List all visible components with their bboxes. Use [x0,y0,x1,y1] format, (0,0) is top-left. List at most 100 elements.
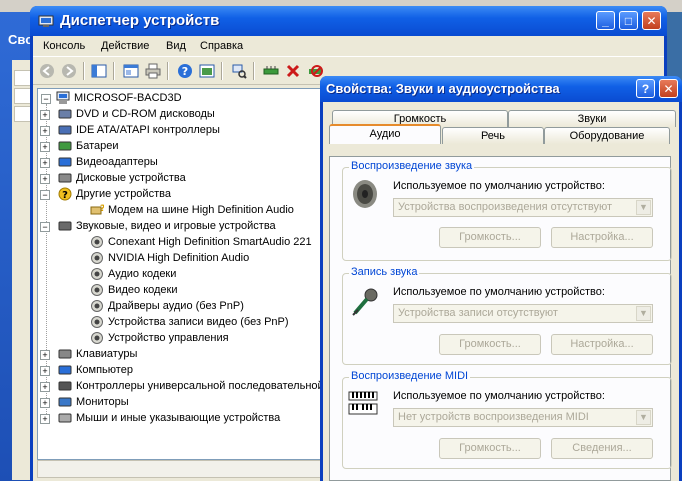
tree-node-label: Модем на шине High Definition Audio [108,204,294,216]
chevron-down-icon[interactable]: ▼ [636,200,651,215]
expand-toggle[interactable]: + [40,126,50,136]
computer-icon [56,91,70,104]
recording-device-select[interactable]: Устройства записи отсутствуют ▼ [393,304,653,323]
tree-node-label: Мыши и иные указывающие устройства [76,412,281,424]
expand-toggle[interactable]: + [40,366,50,376]
console-tree-icon[interactable] [91,63,107,79]
chevron-down-icon[interactable]: ▼ [636,410,651,425]
midi-default-label: Используемое по умолчанию устройство: [393,390,605,402]
tree-node-label: Компьютер [76,364,133,376]
chevron-down-icon[interactable]: ▼ [636,306,651,321]
tree-node-label: Видеоадаптеры [76,156,158,168]
device-icon [91,236,103,248]
expand-toggle[interactable]: + [40,110,50,120]
device-icon [91,316,103,328]
device-icon [91,284,103,296]
tree-node-label: Дисковые устройства [76,172,186,184]
playback-device-select[interactable]: Устройства воспроизведения отсутствуют ▼ [393,198,653,217]
menu-view[interactable]: Вид [166,40,186,52]
expand-toggle[interactable]: + [40,414,50,424]
device-tree[interactable]: − MICROSOF-BACD3D + DVD и CD-ROM дисковод… [37,88,329,460]
expand-toggle[interactable]: + [40,142,50,152]
help-button[interactable]: ? [636,79,655,98]
tab-audio[interactable]: Аудио [329,124,441,144]
midi-group: Воспроизведение MIDI Используемое по умо… [342,370,672,469]
recording-group: Запись звука Используемое по умолчанию у… [342,266,672,365]
toolbar-separator [253,62,255,80]
playback-group-title: Воспроизведение звука [349,160,475,172]
tree-node-label: Другие устройства [76,188,171,200]
expand-toggle[interactable]: + [40,398,50,408]
tree-node-label: Устройства записи видео (без PnP) [108,316,289,328]
toolbar-separator [221,62,223,80]
forward-icon[interactable] [61,63,77,79]
collapse-toggle[interactable]: − [40,222,50,232]
device-icon [91,268,103,280]
expand-toggle[interactable]: + [40,158,50,168]
device-icon [91,332,103,344]
recording-group-title: Запись звука [349,266,420,278]
tree-node-label: Мониторы [76,396,129,408]
device-category-icon [58,157,72,167]
device-category-icon [58,365,72,375]
playback-volume-button[interactable]: Громкость... [439,227,541,248]
uninstall-icon[interactable] [285,63,301,79]
playback-device-value: Устройства воспроизведения отсутствуют [398,201,613,213]
expand-toggle[interactable]: + [40,174,50,184]
device-category-icon [58,141,72,151]
minimize-button[interactable]: _ [596,11,615,30]
tab-sounds[interactable]: Звуки [508,110,676,127]
recording-device-value: Устройства записи отсутствуют [398,307,558,319]
midi-device-select[interactable]: Нет устройств воспроизведения MIDI ▼ [393,408,653,427]
tree-node-label: Контроллеры универсальной последовательн… [76,380,329,392]
midi-volume-button[interactable]: Громкость... [439,438,541,459]
toolbar-separator [167,62,169,80]
toolbar-separator [83,62,85,80]
show-hide-icon[interactable] [199,63,215,79]
midi-info-button[interactable]: Сведения... [551,438,653,459]
tree-node-label: Драйверы аудио (без PnP) [108,300,244,312]
back-icon[interactable] [39,63,55,79]
device-category-icon [58,349,72,359]
expand-toggle[interactable]: + [40,382,50,392]
dialog-titlebar[interactable]: Свойства: Звуки и аудиоустройства ? ✕ [320,76,682,102]
disable-icon[interactable] [307,63,323,79]
expand-toggle[interactable]: + [40,350,50,360]
recording-volume-button[interactable]: Громкость... [439,334,541,355]
close-button[interactable]: ✕ [642,11,661,30]
device-manager-titlebar[interactable]: Диспетчер устройств _ □ ✕ [30,6,667,36]
collapse-toggle[interactable]: − [41,94,51,104]
tree-node-label: Conexant High Definition SmartAudio 221 [108,236,312,248]
print-icon[interactable] [145,63,161,79]
menu-bar: Консоль Действие Вид Справка [33,36,664,57]
menu-console[interactable]: Консоль [43,40,85,52]
device-manager-title: Диспетчер устройств [60,12,220,29]
tab-speech[interactable]: Речь [442,127,544,144]
scan-hardware-icon[interactable] [231,63,247,79]
properties-icon[interactable] [123,63,139,79]
speaker-icon [353,180,377,208]
collapse-toggle[interactable]: − [40,190,50,200]
playback-settings-button[interactable]: Настройка... [551,227,653,248]
maximize-button[interactable]: □ [619,11,638,30]
svg-text:?: ? [62,190,68,201]
playback-default-label: Используемое по умолчанию устройство: [393,180,605,192]
tree-node-label: Батареи [76,140,119,152]
device-category-icon [58,173,72,183]
tab-hardware[interactable]: Оборудование [544,127,670,144]
tree-node-label: IDE ATA/ATAPI контроллеры [76,124,220,136]
toolbar-separator [113,62,115,80]
menu-action[interactable]: Действие [101,40,149,52]
midi-keyboard-icon [348,391,378,415]
menu-help[interactable]: Справка [200,40,243,52]
horizontal-scrollbar[interactable] [37,460,329,478]
tree-node-label: Клавиатуры [76,348,138,360]
recording-settings-button[interactable]: Настройка... [551,334,653,355]
close-button[interactable]: ✕ [659,79,678,98]
help-icon[interactable]: ? [177,63,193,79]
device-icon [91,300,103,312]
tree-node-label: Звуковые, видео и игровые устройства [76,220,276,232]
svg-text:?: ? [182,65,188,78]
dialog-title: Свойства: Звуки и аудиоустройства [326,81,560,96]
update-driver-icon[interactable] [263,63,279,79]
